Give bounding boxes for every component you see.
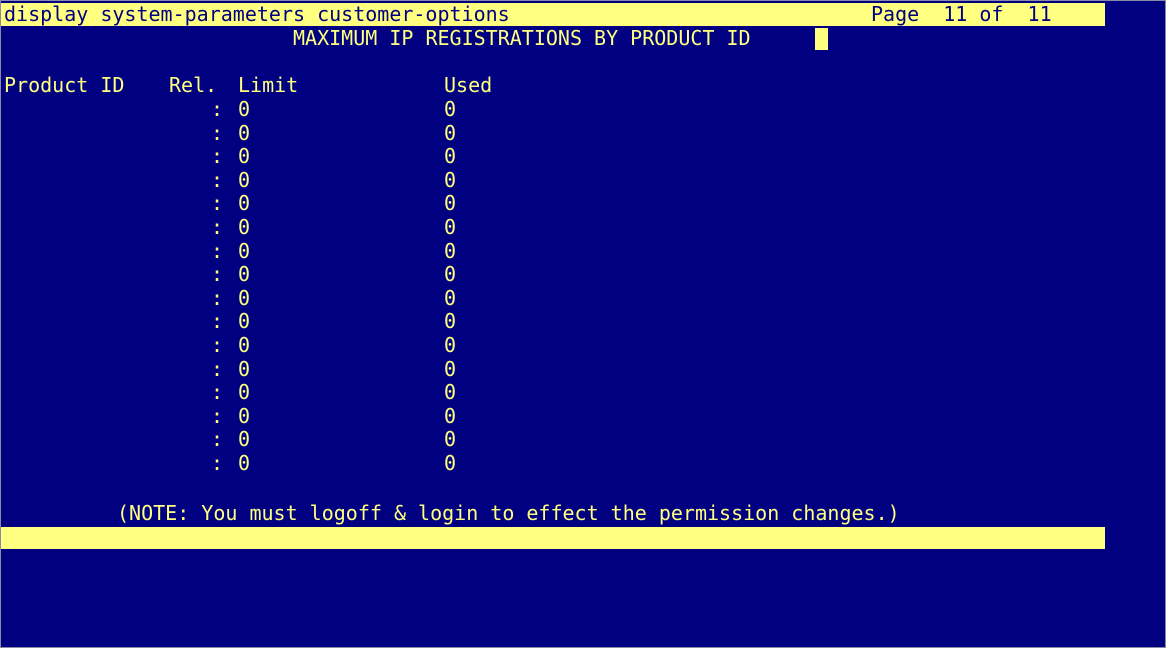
- used-value: 0: [444, 380, 457, 405]
- column-header-limit: Limit: [238, 73, 299, 97]
- limit-field[interactable]: 0: [238, 451, 250, 476]
- used-value: 0: [444, 120, 457, 145]
- used-value: 0: [444, 451, 457, 475]
- used-value: 0: [444, 285, 457, 310]
- row-separator: :: [211, 120, 224, 145]
- row-separator: :: [211, 451, 224, 475]
- limit-field[interactable]: 0: [238, 97, 250, 122]
- used-value: 0: [444, 238, 457, 263]
- used-value: 0: [444, 215, 457, 239]
- limit-field[interactable]: 0: [238, 215, 250, 240]
- terminal-screen: display system-parameters customer-optio…: [0, 0, 1166, 648]
- limit-field[interactable]: 0: [238, 263, 250, 287]
- status-bar: [1, 527, 1105, 549]
- row-separator: :: [211, 356, 224, 381]
- row-separator: :: [211, 238, 224, 263]
- used-value: 0: [444, 309, 457, 334]
- row-separator: :: [211, 403, 224, 428]
- row-separator: :: [211, 97, 224, 121]
- used-value: 0: [444, 356, 457, 381]
- row-separator: :: [211, 144, 224, 169]
- row-separator: :: [211, 285, 224, 310]
- limit-field[interactable]: 0: [238, 286, 250, 311]
- limit-field[interactable]: 0: [238, 381, 250, 405]
- used-value: 0: [444, 333, 457, 357]
- used-value: 0: [444, 191, 457, 216]
- page-indicator: Page 11 of 11: [871, 2, 1052, 26]
- row-separator: :: [211, 215, 224, 239]
- used-value: 0: [444, 427, 457, 452]
- limit-field[interactable]: 0: [238, 357, 250, 382]
- limit-field[interactable]: 0: [238, 192, 250, 216]
- used-value: 0: [444, 262, 457, 287]
- limit-field[interactable]: 0: [238, 168, 250, 193]
- used-value: 0: [444, 403, 457, 428]
- row-separator: :: [211, 380, 224, 405]
- limit-field[interactable]: 0: [238, 239, 250, 264]
- row-separator: :: [211, 427, 224, 452]
- limit-field[interactable]: 0: [238, 333, 250, 358]
- limit-field[interactable]: 0: [238, 404, 250, 429]
- row-separator: :: [211, 191, 224, 216]
- text-cursor[interactable]: [815, 28, 828, 50]
- limit-field[interactable]: 0: [238, 310, 250, 334]
- command-line: display system-parameters customer-optio…: [4, 2, 510, 26]
- form-title: MAXIMUM IP REGISTRATIONS BY PRODUCT ID: [293, 26, 751, 50]
- limit-field[interactable]: 0: [238, 428, 250, 452]
- row-separator: :: [211, 333, 224, 357]
- permission-note: (NOTE: You must logoff & login to effect…: [117, 501, 900, 525]
- row-separator: :: [211, 309, 224, 334]
- limit-field[interactable]: 0: [238, 145, 250, 169]
- row-separator: :: [211, 262, 224, 287]
- used-value: 0: [444, 167, 457, 192]
- title-bar: display system-parameters customer-optio…: [1, 2, 1105, 26]
- column-header-used: Used: [444, 73, 493, 97]
- used-value: 0: [444, 144, 457, 169]
- column-header-rel: Rel.: [169, 73, 218, 97]
- limit-field[interactable]: 0: [238, 121, 250, 146]
- row-separator: :: [211, 167, 224, 192]
- column-header-product-id: Product ID: [4, 73, 125, 97]
- used-value: 0: [444, 97, 457, 121]
